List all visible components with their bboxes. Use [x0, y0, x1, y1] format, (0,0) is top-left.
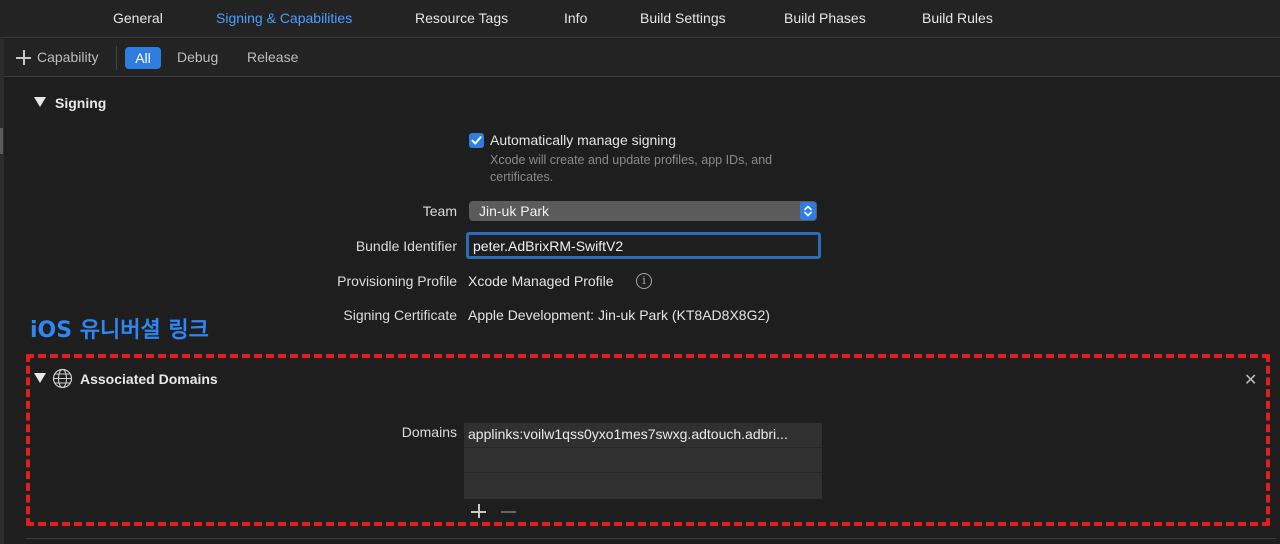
auto-manage-checkbox[interactable]	[469, 133, 484, 148]
associated-domains-title: Associated Domains	[80, 371, 218, 387]
add-domain-icon[interactable]	[471, 502, 487, 520]
filter-release-button[interactable]: Release	[247, 49, 298, 65]
list-item[interactable]	[464, 448, 822, 473]
add-capability-button[interactable]: Capability	[37, 49, 98, 65]
remove-domain-icon[interactable]	[501, 502, 517, 520]
auto-manage-hint: Xcode will create and update profiles, a…	[490, 153, 773, 184]
domain-entry: applinks:voilw1qss0yxo1mes7swxg.adtouch.…	[468, 426, 788, 442]
toolbar-divider	[116, 46, 117, 70]
filter-all-button[interactable]: All	[125, 47, 161, 69]
add-capability-icon[interactable]	[16, 49, 32, 65]
info-icon[interactable]: i	[636, 273, 652, 289]
tab-build-phases[interactable]: Build Phases	[784, 10, 866, 26]
provisioning-profile-label: Provisioning Profile	[337, 273, 457, 289]
list-item[interactable]	[464, 473, 822, 498]
select-arrows-icon	[800, 202, 816, 220]
section-divider	[26, 538, 1276, 539]
provisioning-profile-value: Xcode Managed Profile	[468, 273, 614, 289]
tab-build-settings[interactable]: Build Settings	[640, 10, 726, 26]
team-value: Jin-uk Park	[479, 203, 550, 219]
team-select[interactable]: Jin-uk Park	[469, 201, 817, 221]
tab-general[interactable]: General	[113, 10, 163, 26]
globe-icon	[52, 368, 73, 389]
editor-tab-bar: General Signing & Capabilities Resource …	[0, 0, 1280, 38]
auto-manage-label: Automatically manage signing	[490, 132, 676, 148]
filter-debug-button[interactable]: Debug	[177, 49, 218, 65]
signing-certificate-value: Apple Development: Jin-uk Park (KT8AD8X8…	[468, 307, 770, 323]
bundle-identifier-label: Bundle Identifier	[355, 238, 457, 254]
list-item[interactable]: applinks:voilw1qss0yxo1mes7swxg.adtouch.…	[464, 423, 822, 448]
signing-section-title: Signing	[55, 95, 107, 111]
tab-info[interactable]: Info	[564, 10, 587, 26]
annotation-label: iOS 유니버셜 링크	[30, 318, 209, 343]
disclosure-triangle-icon[interactable]	[34, 97, 46, 107]
domains-list: applinks:voilw1qss0yxo1mes7swxg.adtouch.…	[464, 423, 822, 499]
configuration-filter-bar: Capability All Debug Release	[0, 39, 1280, 77]
bundle-identifier-field[interactable]	[466, 232, 821, 259]
tab-build-rules[interactable]: Build Rules	[922, 10, 993, 26]
tab-signing-capabilities[interactable]: Signing & Capabilities	[216, 10, 352, 26]
bundle-identifier-input[interactable]	[473, 237, 813, 255]
navigator-edge	[0, 39, 4, 544]
disclosure-triangle-icon[interactable]	[34, 373, 46, 383]
team-label: Team	[422, 203, 457, 219]
remove-capability-close-icon[interactable]: ✕	[1244, 370, 1257, 390]
domains-label: Domains	[401, 424, 457, 440]
tab-resource-tags[interactable]: Resource Tags	[415, 10, 508, 26]
signing-certificate-label: Signing Certificate	[343, 307, 457, 323]
navigator-scroll-marker	[0, 128, 3, 154]
checkmark-icon	[471, 136, 482, 145]
